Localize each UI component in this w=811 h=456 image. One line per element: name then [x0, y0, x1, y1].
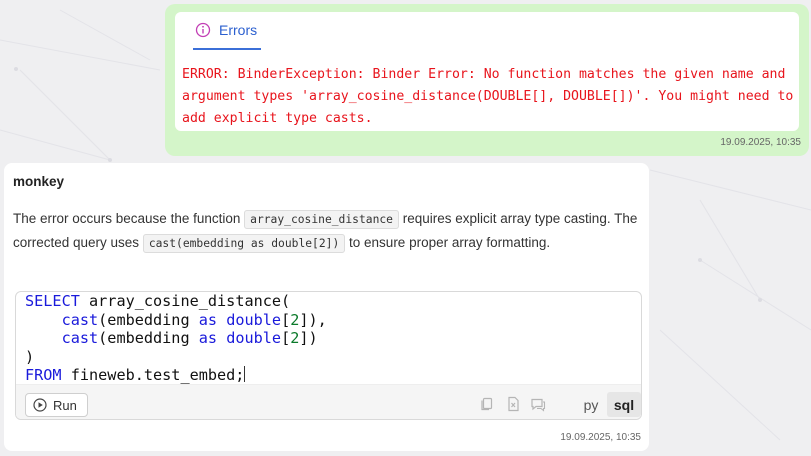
code-keyword: FROM	[25, 366, 62, 384]
copy-icon[interactable]	[479, 396, 495, 412]
code-block: SELECT array_cosine_distance( cast(embed…	[15, 291, 642, 420]
text-cursor	[244, 366, 246, 382]
lang-tab-py[interactable]: py	[578, 392, 604, 417]
play-icon	[33, 398, 47, 412]
code-text: array_cosine_distance(	[79, 292, 291, 310]
inline-code-function: array_cosine_distance	[244, 210, 399, 229]
code-type: double	[226, 310, 282, 329]
code-text: [	[281, 329, 291, 347]
assistant-message-bubble: monkey The error occurs because the func…	[4, 163, 649, 451]
code-editor[interactable]: SELECT array_cosine_distance( cast(embed…	[25, 292, 641, 384]
lang-tab-sql[interactable]: sql	[607, 392, 641, 417]
run-button[interactable]: Run	[25, 393, 88, 417]
export-icon[interactable]	[505, 396, 521, 412]
error-output-card: Errors ERROR: BinderException: Binder Er…	[175, 12, 799, 131]
code-text: ])	[299, 329, 318, 347]
code-keyword: SELECT	[25, 292, 80, 310]
message-timestamp: 19.09.2025, 10:35	[720, 137, 801, 148]
code-text: (embedding	[98, 329, 199, 347]
code-keyword: as	[198, 329, 218, 347]
code-type: double	[226, 329, 282, 347]
comment-icon[interactable]	[530, 396, 546, 412]
lang-tab-label: sql	[613, 396, 635, 413]
code-text: ]),	[299, 310, 327, 329]
tab-errors-label: Errors	[219, 22, 258, 38]
assistant-explanation: The error occurs because the function ar…	[13, 207, 643, 255]
code-text: fineweb.test_embed;	[61, 366, 245, 384]
code-function: cast	[61, 310, 99, 329]
author-name: monkey	[13, 174, 65, 189]
code-text: [	[281, 310, 291, 329]
run-button-label: Run	[53, 397, 77, 413]
code-keyword: as	[198, 310, 218, 329]
tab-errors[interactable]: Errors	[193, 12, 261, 50]
code-function: cast	[61, 329, 99, 347]
info-icon	[195, 22, 211, 38]
inline-code-cast: cast(embedding as double[2])	[142, 234, 346, 253]
code-toolbar: Run py sql	[16, 384, 641, 419]
code-text: (embedding	[98, 310, 199, 329]
user-message-bubble: Errors ERROR: BinderException: Binder Er…	[165, 4, 809, 156]
code-text: )	[25, 347, 35, 366]
message-timestamp: 19.09.2025, 10:35	[560, 432, 641, 443]
explanation-text: to ensure proper array formatting.	[349, 235, 551, 250]
lang-tab-label: py	[583, 396, 599, 413]
explanation-text: The error occurs because the function	[13, 211, 241, 226]
error-message: ERROR: BinderException: Binder Error: No…	[182, 67, 802, 126]
